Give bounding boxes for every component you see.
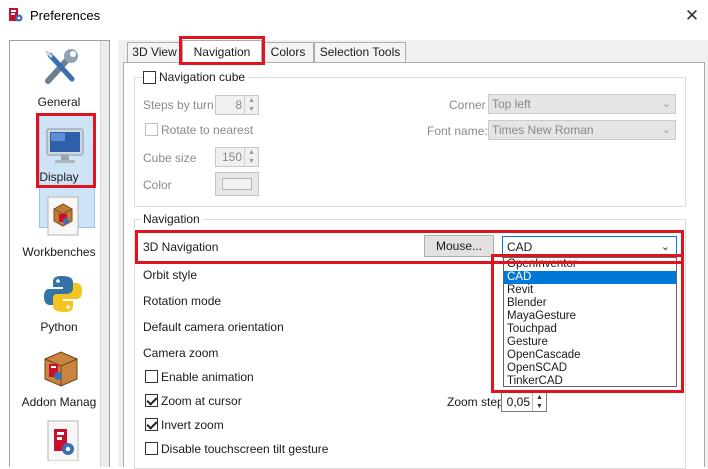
- sidebar-item-label: Python: [40, 320, 78, 334]
- sidebar-item-label: Addon Manag: [21, 395, 97, 409]
- cube-size-value: 150: [221, 150, 242, 164]
- zoom-step-value: 0,05: [506, 395, 530, 409]
- zoom-step-spinbox[interactable]: 0,05 ▲ ▼: [501, 392, 547, 412]
- tab-colors[interactable]: Colors: [262, 42, 314, 62]
- color-label: Color: [143, 178, 172, 192]
- corner-combobox[interactable]: Top left ⌄: [488, 94, 676, 114]
- cube-size-spinbox[interactable]: 150 ▲ ▼: [215, 147, 259, 167]
- workbench-box-icon: [47, 196, 79, 236]
- highlight-dropdown-list: [491, 254, 684, 393]
- title-bar: Preferences ✕: [0, 0, 708, 31]
- freecad-app-icon: [9, 8, 23, 22]
- addon-box-icon: [44, 351, 78, 387]
- cube-color-button[interactable]: [215, 172, 259, 196]
- zoom-at-cursor-checkbox[interactable]: [145, 394, 158, 407]
- navigation-cube-label: Navigation cube: [159, 70, 249, 84]
- corner-value: Top left: [492, 97, 531, 111]
- rotate-to-nearest-label: Rotate to nearest: [161, 123, 254, 137]
- preferences-sidebar: General Display Workbenches Python Addon…: [9, 40, 110, 467]
- invert-zoom-label: Invert zoom: [161, 418, 224, 432]
- steps-by-turn-label: Steps by turn: [143, 98, 214, 112]
- sidebar-item-label: Workbenches: [22, 245, 96, 259]
- enable-animation-checkbox[interactable]: [145, 370, 158, 383]
- tab-selection-tools[interactable]: Selection Tools: [314, 42, 406, 62]
- freecad-file-icon: [47, 420, 79, 461]
- font-name-combobox[interactable]: Times New Roman ⌄: [488, 120, 676, 140]
- zoom-at-cursor-label: Zoom at cursor: [161, 394, 242, 408]
- default-camera-orientation-label: Default camera orientation: [143, 320, 284, 334]
- invert-zoom-checkbox[interactable]: [145, 418, 158, 431]
- corner-label: Corner: [449, 98, 486, 112]
- sidebar-scrollbar[interactable]: [100, 41, 109, 467]
- steps-by-turn-spinbox[interactable]: 8 ▲ ▼: [215, 95, 259, 115]
- window-title: Preferences: [30, 8, 101, 23]
- navigation-group-title: Navigation: [140, 212, 203, 226]
- spin-arrows-icon[interactable]: ▲ ▼: [532, 393, 546, 411]
- font-name-label: Font name:: [427, 124, 488, 138]
- sidebar-item-label: General: [37, 95, 81, 109]
- enable-animation-label: Enable animation: [161, 370, 254, 384]
- chevron-down-icon: ⌄: [661, 124, 671, 136]
- spin-arrows-icon[interactable]: ▲ ▼: [244, 96, 258, 114]
- cube-size-label: Cube size: [143, 151, 197, 165]
- highlight-navigation-tab: [179, 36, 265, 65]
- highlight-display-item: [36, 113, 96, 188]
- wrench-screwdriver-icon: [44, 49, 78, 84]
- camera-zoom-label: Camera zoom: [143, 346, 219, 360]
- navigation-cube-checkbox[interactable]: [143, 71, 156, 84]
- tab-3d-view[interactable]: 3D View: [127, 42, 182, 62]
- font-name-value: Times New Roman: [492, 123, 594, 137]
- python-icon: [44, 276, 82, 312]
- close-icon[interactable]: ✕: [676, 2, 708, 29]
- color-swatch: [222, 178, 252, 190]
- disable-tilt-checkbox[interactable]: [145, 442, 158, 455]
- orbit-style-label: Orbit style: [143, 268, 198, 282]
- rotation-mode-label: Rotation mode: [143, 294, 222, 308]
- chevron-down-icon: ⌄: [661, 98, 671, 110]
- zoom-step-label: Zoom step: [447, 395, 504, 409]
- spin-arrows-icon[interactable]: ▲ ▼: [244, 148, 258, 166]
- rotate-to-nearest-checkbox[interactable]: [145, 123, 158, 136]
- steps-by-turn-value: 8: [235, 98, 242, 112]
- disable-tilt-label: Disable touchscreen tilt gesture: [161, 442, 329, 456]
